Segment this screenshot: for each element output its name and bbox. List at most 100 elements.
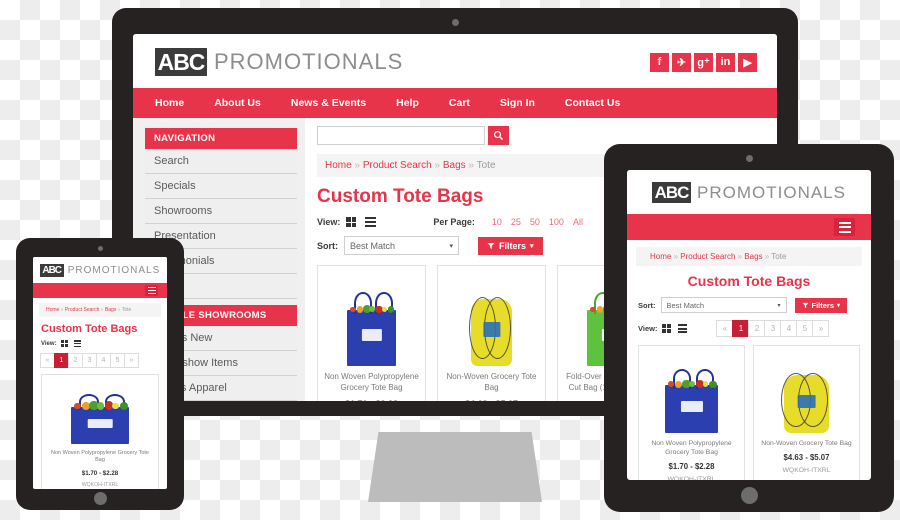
tablet-view-row: View: «1 2 3 4 5»	[627, 320, 871, 337]
breadcrumb-item-product-search[interactable]: Product Search	[680, 252, 735, 261]
pagination-prev[interactable]: «	[40, 353, 55, 368]
pagination-page-1[interactable]: 1	[732, 320, 750, 337]
youtube-icon[interactable]: ▶	[738, 52, 757, 72]
sidebar-nav-heading: NAVIGATION	[145, 128, 297, 149]
sort-label: Sort:	[638, 300, 656, 310]
bag-print-logo	[361, 329, 382, 342]
product-name: Non Woven Polypropylene Grocery Tote Bag	[324, 372, 419, 392]
breadcrumb-separator: »	[431, 160, 443, 171]
phone-home-button[interactable]	[93, 492, 107, 505]
pagination-page-4[interactable]: 4	[780, 320, 798, 337]
logo-wordmark: PROMOTIONALS	[214, 49, 404, 74]
product-card[interactable]: Non Woven Polypropylene Grocery Tote Bag…	[317, 265, 426, 401]
logo-mark: ABC	[155, 48, 207, 76]
list-view-icon[interactable]	[678, 324, 688, 333]
list-view-icon[interactable]	[73, 340, 81, 347]
breadcrumb-item-product-search[interactable]: Product Search	[65, 307, 99, 313]
tablet-sort-select[interactable]: Best Match ▾	[660, 297, 787, 313]
pagination-page-3[interactable]: 3	[82, 353, 97, 368]
product-image	[644, 353, 739, 433]
pagination-page-2[interactable]: 2	[748, 320, 766, 337]
product-name: Non-Woven Grocery Tote Bag	[446, 372, 537, 392]
filter-icon	[487, 242, 495, 249]
search-input[interactable]	[317, 126, 485, 145]
filters-button[interactable]: Filters ▾	[478, 236, 543, 255]
pagination-page-2[interactable]: 2	[68, 353, 83, 368]
search-button[interactable]	[488, 126, 509, 145]
pagination-next[interactable]: »	[124, 353, 139, 368]
product-name: Non Woven Polypropylene Grocery Tote Bag	[651, 440, 732, 457]
product-card[interactable]: Non-Woven Grocery Tote Bag$4.63 - $5.07W…	[753, 345, 860, 480]
tablet-camera-icon	[745, 155, 753, 162]
sort-select[interactable]: Best Match ▾	[344, 236, 459, 255]
breadcrumb-item-bags[interactable]: Bags	[105, 307, 116, 313]
breadcrumb-item-product-search[interactable]: Product Search	[363, 160, 432, 171]
product-card[interactable]: Non Woven Polypropylene Grocery Tote Bag…	[41, 374, 159, 489]
per-page-option-50[interactable]: 50	[530, 217, 540, 227]
site-logo[interactable]: ABC PROMOTIONALS	[155, 48, 403, 76]
nav-item-news-events[interactable]: News & Events	[291, 97, 366, 109]
pagination-page-3[interactable]: 3	[764, 320, 782, 337]
filters-label: Filters	[499, 240, 527, 251]
grid-view-icon[interactable]	[60, 340, 68, 347]
pagination-page-4[interactable]: 4	[96, 353, 111, 368]
facebook-icon[interactable]: f	[650, 52, 669, 72]
tablet-home-button[interactable]	[740, 487, 758, 504]
breadcrumb-separator: »	[465, 160, 477, 171]
sort-select-value: Best Match	[350, 240, 396, 251]
pagination-prev[interactable]: «	[716, 320, 734, 337]
hamburger-menu-icon[interactable]	[145, 285, 158, 296]
twitter-icon[interactable]: ✈	[672, 52, 691, 72]
per-page-option-25[interactable]: 25	[511, 217, 521, 227]
per-page-option-all[interactable]: All	[573, 217, 583, 227]
sidebar-item-showrooms[interactable]: Showrooms	[145, 199, 297, 224]
breadcrumb-separator: »	[762, 252, 772, 261]
nav-item-help[interactable]: Help	[396, 97, 419, 109]
phone-page-title: Custom Tote Bags	[41, 323, 138, 335]
product-sku: WQKOH-ITXRL	[81, 481, 119, 488]
phone-site-logo[interactable]: ABC PROMOTIONALS	[39, 264, 161, 277]
produce-item	[112, 402, 119, 410]
google-plus-icon[interactable]: g⁺	[694, 52, 713, 72]
pagination-next[interactable]: »	[812, 320, 830, 337]
bag-print-logo	[87, 419, 113, 428]
pagination-page-5[interactable]: 5	[110, 353, 125, 368]
pagination-page-5[interactable]: 5	[796, 320, 814, 337]
sidebar-item-specials[interactable]: Specials	[145, 174, 297, 199]
breadcrumb-item-home[interactable]: Home	[46, 307, 59, 313]
hamburger-menu-icon[interactable]	[834, 218, 855, 236]
nav-item-contact-us[interactable]: Contact Us	[565, 97, 620, 109]
sidebar-item-search[interactable]: Search	[145, 149, 297, 174]
tablet-filters-button[interactable]: Filters ▾	[794, 297, 848, 313]
filters-label: Filters	[811, 300, 835, 310]
phone-pagination: «1 2 3 4 5»	[33, 353, 167, 368]
monitor-camera-icon	[451, 19, 459, 26]
phone-screen: ABC PROMOTIONALS Home » Product Search »…	[33, 257, 167, 489]
grid-view-icon[interactable]	[346, 217, 357, 227]
breadcrumb-item-bags[interactable]: Bags	[744, 252, 762, 261]
breadcrumb-item-home[interactable]: Home	[650, 252, 671, 261]
nav-item-sign-in[interactable]: Sign In	[500, 97, 535, 109]
per-page-label: Per Page:	[433, 217, 475, 227]
tablet-site-logo[interactable]: ABC PROMOTIONALS	[652, 182, 846, 203]
tablet-screen: ABC PROMOTIONALS Home » Product Search »…	[627, 170, 871, 480]
produce-item	[387, 306, 395, 313]
breadcrumb-item-bags[interactable]: Bags	[443, 160, 466, 171]
product-card[interactable]: Non-Woven Grocery Tote Bag$4.63 - $5.07W…	[437, 265, 546, 401]
grid-view-icon[interactable]	[662, 324, 672, 333]
logo-mark: ABC	[652, 182, 692, 203]
product-price: $1.70 - $2.28	[668, 462, 715, 472]
list-view-icon[interactable]	[365, 217, 377, 227]
pagination-page-1[interactable]: 1	[54, 353, 69, 368]
nav-item-about-us[interactable]: About Us	[214, 97, 261, 109]
breadcrumb-item-home[interactable]: Home	[325, 160, 352, 171]
per-page-option-10[interactable]: 10	[492, 217, 502, 227]
phone-camera-icon	[97, 246, 103, 251]
linkedin-icon[interactable]: in	[716, 52, 735, 72]
produce-item	[350, 306, 356, 313]
nav-item-home[interactable]: Home	[155, 97, 184, 109]
nav-item-cart[interactable]: Cart	[449, 97, 470, 109]
breadcrumb-current: Tote	[121, 307, 132, 313]
per-page-option-100[interactable]: 100	[549, 217, 564, 227]
product-card[interactable]: Non Woven Polypropylene Grocery Tote Bag…	[638, 345, 745, 480]
